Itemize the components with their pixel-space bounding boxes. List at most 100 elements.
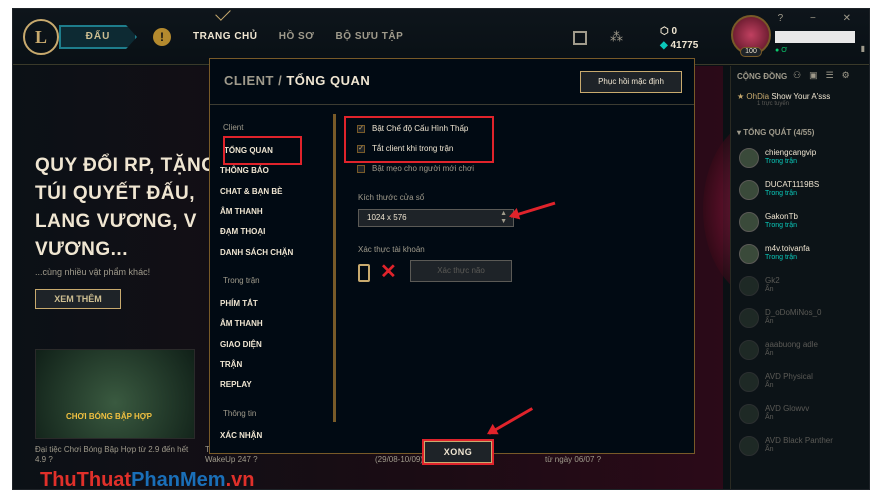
avatar — [739, 404, 759, 424]
friend-status: Ẩn — [765, 446, 774, 453]
currency-display: ⬡ 0 ◆ 41775 — [660, 25, 698, 53]
menu-header-info: Thông tin — [223, 409, 257, 418]
friend-status: Ẩn — [765, 350, 774, 357]
watermark-part: .vn — [225, 469, 255, 491]
league-logo-icon: L — [23, 19, 59, 55]
friend-name: DUCAT1119BS — [765, 180, 820, 189]
list-item[interactable]: AVD Glowvv Ẩn — [739, 402, 869, 430]
window-size-label: Kích thước cửa sổ — [358, 193, 425, 202]
client-window: L ĐẤU ! TRANG CHỦ HỒ SƠ BỘ SƯU TẬP ⁂ ⬡ 0… — [12, 8, 870, 490]
menu-item-sound[interactable]: ÂM THANH — [220, 207, 263, 216]
alert-icon[interactable]: ! — [153, 28, 171, 46]
avatar — [739, 244, 759, 264]
store-bag-icon[interactable] — [573, 31, 587, 45]
avatar — [739, 340, 759, 360]
club-online-count: 1 trực tuyến — [757, 101, 790, 107]
blue-essence-amount: 41775 — [670, 40, 699, 51]
verify-account-label: Xác thực tài khoản — [358, 245, 425, 254]
list-item[interactable]: DUCAT1119BS Trong trận — [739, 178, 869, 206]
news-card-label: CHƠI BÓNG BẬP HỢP — [66, 412, 152, 421]
list-item[interactable]: AVD Black Panther Ẩn — [739, 434, 869, 462]
restore-defaults-button[interactable]: Phục hồi mặc định — [580, 71, 682, 93]
social-panel: CỘNG ĐỒNG ⚇▣☰⚙ ★ OhDia Show Your A'sss 1… — [730, 66, 869, 489]
list-item[interactable]: chiengcangvip Trong trận — [739, 146, 869, 174]
phone-icon — [358, 264, 370, 282]
scrollbar[interactable] — [333, 114, 336, 422]
list-item[interactable]: aaabuong adle Ẩn — [739, 338, 869, 366]
club-name: OhDia — [746, 92, 770, 101]
menu-item-hotkeys[interactable]: PHÍM TẮT — [220, 299, 258, 308]
rp-amount: 0 — [671, 26, 678, 37]
breadcrumb: CLIENT / TỔNG QUAN — [224, 73, 370, 88]
menu-item-game[interactable]: TRẬN — [220, 360, 242, 369]
tab-collection[interactable]: BỘ SƯU TẬP — [336, 31, 404, 42]
news-card[interactable]: CHƠI BÓNG BẬP HỢP — [35, 349, 195, 439]
menu-header-client: Client — [223, 123, 244, 132]
club-entry[interactable]: ★ OhDia Show Your A'sss 1 trực tuyến — [737, 92, 830, 107]
active-tab-caret-icon — [215, 9, 231, 21]
watermark-part: ThuThuat — [40, 469, 132, 491]
list-item[interactable]: m4v.toivanfa Trong trận — [739, 242, 869, 270]
checkbox-low-spec[interactable]: ✓ — [357, 125, 365, 133]
checkbox-close-client[interactable]: ✓ — [357, 145, 365, 153]
friend-name: GakonTb — [765, 212, 798, 221]
checkbox-tips[interactable] — [357, 165, 365, 173]
news-caption[interactable]: Đại tiệc Chơi Bóng Bập Hợp từ 2.9 đến hế… — [35, 445, 195, 465]
watermark: ThuThuatPhanMem.vn — [40, 469, 254, 492]
top-bar: L ĐẤU ! TRANG CHỦ HỒ SƠ BỘ SƯU TẬP ⁂ ⬡ 0… — [13, 9, 869, 65]
friend-group-header[interactable]: ▾ TỔNG QUÁT (4/55) — [737, 128, 814, 137]
menu-item-notifications[interactable]: THÔNG BÁO — [220, 166, 269, 175]
window-size-value: 1024 x 576 — [367, 213, 407, 222]
tab-home[interactable]: TRANG CHỦ — [193, 31, 258, 42]
avatar — [739, 148, 759, 168]
friend-status: Trong trận — [765, 254, 798, 261]
friend-name: Gk2 — [765, 276, 780, 285]
breadcrumb-root: CLIENT — [224, 73, 274, 88]
chevron-updown-icon: ▲ ▼ — [500, 210, 507, 225]
list-item[interactable]: D_oDoMiNos_0 Ẩn — [739, 306, 869, 334]
settings-dialog: CLIENT / TỔNG QUAN Phục hồi mặc định Cli… — [209, 58, 695, 465]
verify-button[interactable]: Xác thực não — [410, 260, 512, 282]
list-item[interactable]: AVD Physical Ẩn — [739, 370, 869, 398]
tab-profile[interactable]: HỒ SƠ — [279, 31, 314, 42]
social-toolbar[interactable]: ⚇▣☰⚙ — [793, 70, 858, 81]
friend-status: Trong trận — [765, 158, 798, 165]
lock-icon[interactable]: ▮ — [861, 44, 865, 53]
menu-item-voice[interactable]: ĐẠM THOẠI — [220, 227, 265, 236]
avatar — [739, 372, 759, 392]
option-low-spec-label: Bật Chế độ Cấu Hình Thấp — [372, 124, 469, 133]
friend-name: AVD Glowvv — [765, 404, 810, 413]
status-indicator[interactable]: ● Ơ — [775, 47, 787, 54]
menu-item-confirm[interactable]: XÁC NHẬN — [220, 431, 262, 440]
friend-status: Trong trận — [765, 222, 798, 229]
loot-icon[interactable]: ⁂ — [610, 29, 623, 45]
avatar — [739, 212, 759, 232]
friend-status: Trong trận — [765, 190, 798, 197]
play-button[interactable]: ĐẤU — [59, 25, 137, 49]
list-item[interactable]: GakonTb Trong trận — [739, 210, 869, 238]
window-size-select[interactable]: 1024 x 576 ▲ ▼ — [358, 209, 514, 227]
friend-name: D_oDoMiNos_0 — [765, 308, 822, 317]
menu-item-block-list[interactable]: DANH SÁCH CHẶN — [220, 248, 293, 257]
view-more-button[interactable]: XEM THÊM — [35, 289, 121, 309]
option-tips-label: Bật mẹo cho người mới chơi — [372, 164, 475, 173]
window-controls[interactable]: ? − ✕ — [778, 13, 863, 24]
social-header: CỘNG ĐỒNG — [737, 72, 788, 81]
menu-item-replay[interactable]: REPLAY — [220, 380, 252, 389]
blue-essence-icon: ◆ — [660, 40, 668, 51]
menu-item-interface[interactable]: GIAO DIỆN — [220, 340, 262, 349]
friend-status: Ẩn — [765, 318, 774, 325]
done-button[interactable]: XONG — [424, 441, 492, 463]
news-caption[interactable]: từ ngày 06/07 ? — [545, 455, 645, 465]
main-nav: TRANG CHỦ HỒ SƠ BỘ SƯU TẬP — [193, 31, 421, 42]
summoner-name-redacted — [775, 31, 855, 43]
friend-name: m4v.toivanfa — [765, 244, 810, 253]
rp-icon: ⬡ — [660, 26, 669, 37]
divider — [210, 104, 694, 105]
list-item[interactable]: Gk2 Ẩn — [739, 274, 869, 302]
menu-item-chat-friends[interactable]: CHAT & BẠN BÈ — [220, 187, 283, 196]
highlight-box — [223, 136, 302, 165]
menu-item-ingame-sound[interactable]: ÂM THANH — [220, 319, 263, 328]
menu-header-ingame: Trong trận — [223, 276, 260, 285]
friend-status: Ẩn — [765, 286, 774, 293]
